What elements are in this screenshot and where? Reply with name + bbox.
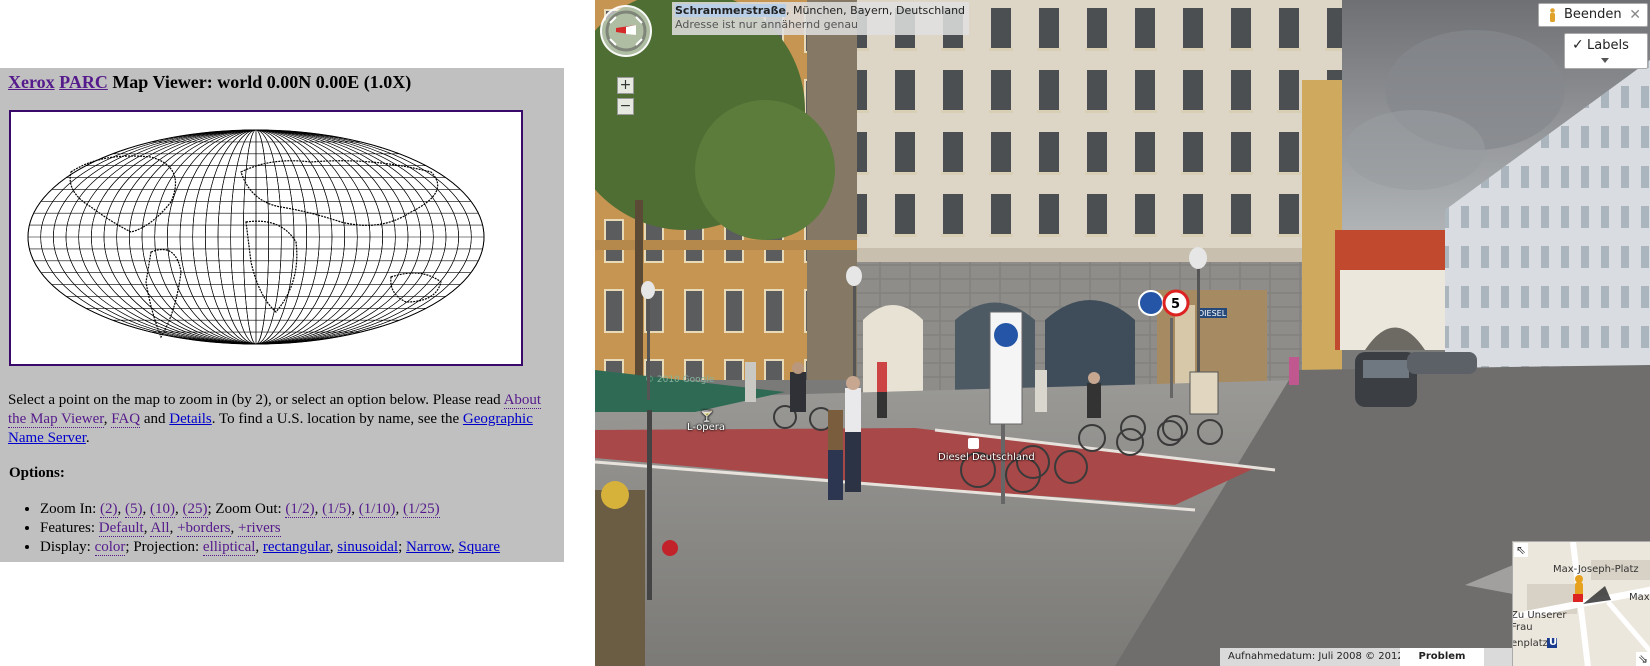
desc-text-1: Select a point on the map to zoom in (by… [8,392,504,408]
flowers [601,481,629,509]
address-box: Schrammerstraße, München, Bayern, Deutsc… [672,2,970,35]
desc-text-5: . [85,430,90,446]
size-square-link[interactable]: Square [458,539,500,555]
tree-foliage [695,100,835,240]
zoom-in-10-link[interactable]: (10) [150,501,175,518]
street-view-panel[interactable]: © 2010 Google 5 DIESEL + − Schrammerstra… [595,0,1650,666]
exit-label: Beenden [1564,7,1622,22]
zoom-out-2-link[interactable]: (1/2) [285,501,315,518]
cloud [1345,110,1485,190]
street-view-watermark: © 2010 Google [645,375,715,385]
shop-sign-text: DIESEL [1198,309,1227,318]
poi-label-opera[interactable]: L-opera [687,422,725,433]
zoom-in-label: Zoom In: [40,501,100,517]
minimap-label-bottom: enplatz [1512,638,1548,649]
display-options: Display: color; Projection: elliptical, … [40,538,580,557]
checkmark-icon: ✓ [1572,37,1584,53]
exit-street-view-button[interactable]: Beenden ✕ [1538,3,1648,27]
zoom-out-5-link[interactable]: (1/5) [322,501,352,518]
details-link[interactable]: Details [169,411,212,427]
streetlamp [1197,255,1200,375]
orange-building-ledge [595,240,857,250]
minimap[interactable]: Max-Joseph-Platz Zu Unserer Frau enplatz… [1512,541,1650,666]
size-separator: ; [398,539,407,555]
display-color-link[interactable]: color [94,539,126,556]
minimap-label-church-1: Zu Unserer [1512,610,1567,621]
main-building-cornice [857,248,1342,262]
car-windshield [1363,360,1409,378]
projection-label: ; Projection: [125,539,203,555]
features-rivers-link[interactable]: +rivers [238,520,281,537]
features-label: Features: [40,520,99,536]
close-icon[interactable]: ✕ [1629,4,1641,26]
flowers [662,540,678,556]
metro-icon: U [1549,637,1558,648]
desc-text-3: and [140,411,170,427]
compass-control[interactable] [600,5,652,57]
car [1407,352,1477,374]
expand-icon[interactable]: ⇖ [1514,543,1528,557]
options-heading: Options: [9,465,65,481]
shopping-bag-icon[interactable] [968,438,979,449]
minimap-label-church-2: Frau [1512,622,1533,633]
world-map[interactable] [9,110,523,366]
map-viewer-panel: Xerox PARC Map Viewer: world 0.00N 0.00E… [0,68,564,562]
report-problem-button[interactable]: Problem melden [1400,648,1484,666]
display-label: Display: [40,539,95,555]
bike-sign [1138,290,1164,316]
address-city: , München, Bayern, Deutschland [785,4,966,17]
zoom-in-25-link[interactable]: (25) [182,501,208,518]
sign-pole [1170,318,1173,398]
speed-limit-value: 5 [1171,297,1180,312]
xerox-link[interactable]: Xerox [8,72,55,92]
zoom-in-button[interactable]: + [617,77,634,94]
compass-icon[interactable] [602,7,650,55]
features-default-link[interactable]: Default [98,520,144,537]
zoom-in-5-link[interactable]: (5) [125,501,143,518]
flower-stand [595,490,645,666]
minimap-label-square: Max-Joseph-Platz [1553,564,1639,575]
title-text: Map Viewer: world 0.00N 0.00E (1.0X) [107,72,412,92]
sign-pole [1001,424,1005,504]
feature-options: Features: Default, All, +borders, +river… [40,519,580,538]
instructions-text: Select a point on the map to zoom in (by… [8,391,556,448]
pegman-icon [1550,8,1555,22]
features-borders-link[interactable]: +borders [177,520,231,537]
world-map-graphic[interactable] [11,112,521,364]
features-all-link[interactable]: All [150,520,170,537]
parc-link[interactable]: PARC [59,72,108,92]
faq-link[interactable]: FAQ [111,411,141,428]
chevron-down-icon[interactable] [1601,58,1609,63]
labels-label: Labels [1587,38,1629,53]
zoom-out-10-link[interactable]: (1/10) [358,501,396,518]
address-accuracy-note: Adresse ist nur annähernd genau [675,18,859,31]
projection-elliptical-link[interactable]: elliptical [202,539,256,556]
minimap-label-right: Maxi [1629,592,1650,603]
streetlamp-light [846,266,862,286]
pedestrian-sign-icon [994,323,1018,347]
zoom-out-25-link[interactable]: (1/25) [402,501,440,518]
main-building-windows [857,0,1342,255]
address-street: Schrammerstraße [675,4,786,17]
streetlamp-light [641,281,655,299]
desc-text-4: . To find a U.S. location by name, see t… [211,411,463,427]
shop-arch [863,305,923,405]
poi-label-diesel[interactable]: Diesel Deutschland [938,452,1035,463]
panorama-image[interactable]: © 2010 Google 5 DIESEL [595,0,1650,666]
zoom-options: Zoom In: (2), (5), (10), (25); Zoom Out:… [40,500,580,519]
projection-sinusoidal-link[interactable]: sinusoidal [337,539,398,555]
collapse-icon[interactable]: ⇘ [1636,652,1650,666]
umbrella-pole [647,410,652,600]
poster-stand [1189,371,1219,415]
streetlamp-light [1189,247,1207,269]
options-list: Zoom In: (2), (5), (10), (25); Zoom Out:… [22,500,580,557]
zoom-out-button[interactable]: − [617,98,634,115]
streetlamp [647,290,650,400]
labels-toggle[interactable]: ✓ Labels [1564,33,1648,69]
page-title: Xerox PARC Map Viewer: world 0.00N 0.00E… [8,72,411,93]
size-narrow-link[interactable]: Narrow [406,539,451,555]
zoom-in-2-link[interactable]: (2) [100,501,118,518]
projection-rectangular-link[interactable]: rectangular [263,539,330,555]
zoom-out-label: ; Zoom Out: [207,501,286,517]
